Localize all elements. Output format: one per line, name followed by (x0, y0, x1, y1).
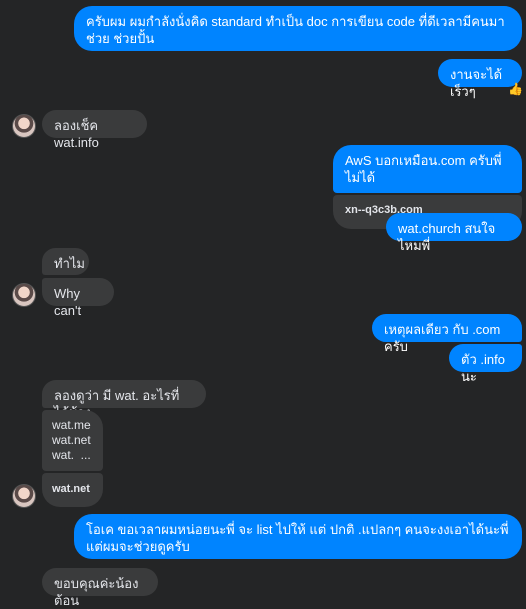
message-text: AwS บอกเหมือน.com ครับพี่ ไม่ได้ (333, 145, 522, 193)
incoming-message[interactable]: ทำไม (42, 248, 89, 275)
link-preview[interactable]: wat.net (42, 473, 103, 507)
incoming-link-message[interactable]: wat.me wat.net wat. ... wat.net (42, 410, 103, 507)
message-text: Why can't (54, 286, 82, 318)
message-text: ลองเช็ค wat.info (54, 118, 99, 150)
thumbs-up-reaction-icon: 👍 (508, 82, 523, 96)
message-text: โอเค ขอเวลาผมหน่อยนะพี่ จะ list ไปให้ แต… (86, 522, 509, 554)
avatar[interactable] (12, 484, 36, 508)
message-text: ทำไม (54, 256, 85, 271)
outgoing-message[interactable]: ตัว .info นะ (449, 344, 522, 384)
message-text: wat.me wat.net wat. ... (42, 410, 103, 471)
outgoing-message[interactable]: ครับผม ผมกำลังนั่งคิด standard ทำเป็น do… (74, 6, 522, 51)
message-text: งานจะได้เร็วๆ (450, 67, 503, 99)
avatar[interactable] (12, 283, 36, 307)
outgoing-message[interactable]: wat.church สนใจไหมพี่ (386, 213, 522, 253)
incoming-message[interactable]: ลองเช็ค wat.info (42, 110, 147, 150)
message-text: ครับผม ผมกำลังนั่งคิด standard ทำเป็น do… (86, 14, 505, 46)
avatar[interactable] (12, 114, 36, 138)
message-text: ตัว .info นะ (461, 352, 505, 384)
incoming-message[interactable]: ลองดูว่า มี wat. อะไรที่ได้บ้าง (42, 380, 206, 420)
incoming-message[interactable]: Why can't (42, 278, 114, 318)
outgoing-message[interactable]: โอเค ขอเวลาผมหน่อยนะพี่ จะ list ไปให้ แต… (74, 514, 522, 559)
outgoing-message[interactable]: เหตุผลเดียว กับ .com ครับ (372, 314, 522, 354)
message-text: ขอบคุณค่ะน้องต้อน (54, 576, 139, 608)
message-text: wat.church สนใจไหมพี่ (398, 221, 496, 253)
